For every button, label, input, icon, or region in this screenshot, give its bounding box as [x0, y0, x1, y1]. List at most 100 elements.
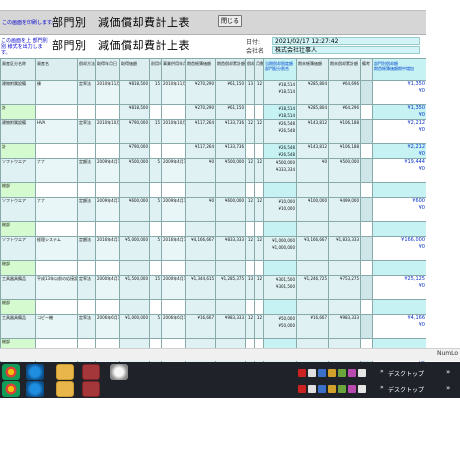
subtotal-dept-sub-value — [374, 307, 425, 314]
closing-acc-cell: ¥64,696 — [328, 80, 361, 105]
table-row[interactable]: 工具器具備品コピー機定率法2006年6月1日¥1,000,00052006年6月… — [0, 314, 426, 339]
months-cell: 12 — [254, 158, 264, 183]
dep-allocation-value: ¥26,548 — [278, 128, 295, 133]
table-cell — [149, 143, 162, 159]
cost-cell: ¥600,000 — [119, 197, 150, 222]
subtotal-closing-acc-cell — [328, 260, 361, 276]
column-header: 取得価額 — [119, 58, 150, 81]
subtotal-opening-book-cell — [185, 299, 216, 315]
table-cell — [35, 104, 78, 120]
column-header: 期首償却累計額 — [215, 58, 246, 81]
subtotal-row[interactable]: 計 ¥818,500 ¥270,290 ¥61,150 ¥18,514 ¥18,514 ¥2… — [0, 104, 426, 120]
closing-book-cell: ¥143,812 — [296, 119, 329, 144]
table-cell — [77, 143, 96, 159]
subtotal-dep-value — [265, 301, 295, 308]
table-cell — [95, 104, 120, 120]
explorer-icon-2[interactable] — [56, 381, 74, 397]
access-icon-2[interactable] — [82, 381, 100, 397]
table-cell — [35, 299, 78, 315]
desktop-toolbar-label[interactable]: デスクトップ — [388, 369, 424, 378]
ime-dict-icon-2[interactable] — [328, 385, 336, 393]
table-row[interactable]: ソフトウエアナナ定額法2009年4月1日¥600,00052009年4月1日¥0… — [0, 197, 426, 222]
ime-option-icon-2[interactable] — [358, 385, 366, 393]
explorer-icon[interactable] — [56, 364, 74, 380]
desktop-toolbar-label-2[interactable]: デスクトップ — [388, 385, 424, 394]
subtotal-opening-acc-cell — [215, 260, 246, 276]
cost-cell: ¥1,500,000 — [119, 275, 150, 300]
subtotal-dep-alloc-value — [265, 268, 295, 275]
table-cell — [35, 182, 78, 198]
subtotal-closing-acc-cell — [328, 221, 361, 237]
life-cell: 5 — [149, 158, 162, 183]
subtotal-row[interactable]: 総部 — [0, 260, 426, 276]
paint-icon[interactable] — [110, 364, 128, 380]
life-cell: 15 — [149, 275, 162, 300]
ime-mode-icon-2[interactable] — [308, 385, 316, 393]
ime-help-icon-2[interactable] — [348, 385, 356, 393]
ime-help-icon[interactable] — [348, 369, 356, 377]
opening-acc-cell: ¥500,000 — [215, 158, 246, 183]
tray-expand-icon[interactable]: » — [446, 368, 450, 376]
subtotal-row[interactable]: 計 ¥790,000 ¥117,264 ¥133,736 ¥26,548 ¥26,548 ¥… — [0, 143, 426, 159]
subtotal-row[interactable]: 総部 — [0, 182, 426, 198]
table-row[interactable]: 建物附属設備HVA定率法2010年10月1日¥790,000152010年10月… — [0, 119, 426, 144]
tray-separator-icon-2: » — [380, 384, 384, 391]
subtotal-dept-sub-value — [374, 190, 425, 197]
ime-mode-icon[interactable] — [308, 369, 316, 377]
chrome-icon-2[interactable] — [2, 381, 20, 397]
table-cell — [77, 260, 96, 276]
start-date-cell: 2009年4月1日 — [161, 158, 186, 183]
edge-icon[interactable] — [26, 364, 44, 380]
report-heading: 部門別 減価償却費計上表 — [52, 39, 190, 52]
ime-dict-icon[interactable] — [328, 369, 336, 377]
table-cell — [254, 260, 264, 276]
ime-tool-icon-2[interactable] — [338, 385, 346, 393]
rate-cell: 13 — [245, 80, 255, 105]
table-cell — [95, 260, 120, 276]
access-icon[interactable] — [82, 364, 100, 380]
life-cell: 5 — [149, 236, 162, 261]
table-cell — [254, 143, 264, 159]
dep-limit-cell: ¥500,000 ¥333,334 — [263, 158, 297, 183]
ime-icon-2[interactable] — [298, 385, 306, 393]
subtotal-label-cell: 総部 — [0, 260, 36, 276]
tray-expand-icon-2[interactable]: » — [446, 384, 450, 392]
ime-tool-icon[interactable] — [338, 369, 346, 377]
subtotal-opening-acc-cell — [215, 182, 246, 198]
cost-cell: ¥790,000 — [119, 119, 150, 144]
note-cell — [360, 314, 373, 339]
note-cell — [360, 119, 373, 144]
system-tray-1: » デスクトップ » — [296, 365, 460, 381]
table-cell — [245, 182, 255, 198]
numlock-indicator: NumLo — [436, 350, 458, 357]
closing-acc-cell: ¥1,833,333 — [328, 236, 361, 261]
subtotal-row[interactable]: 総部 — [0, 299, 426, 315]
close-button[interactable]: 閉じる — [218, 15, 242, 27]
ime-option-icon[interactable] — [358, 369, 366, 377]
rate-cell: 12 — [245, 236, 255, 261]
column-header: 取得年月日 — [95, 58, 120, 81]
subtotal-label-cell: 計 — [0, 143, 36, 159]
subtotal-dep-value — [265, 184, 295, 191]
table-row[interactable]: ソフトウエアナナ定額法2009年4月1日¥500,00052009年4月1日¥0… — [0, 158, 426, 183]
table-cell — [245, 260, 255, 276]
table-cell — [35, 260, 78, 276]
subtotal-row[interactable]: 総部 — [0, 221, 426, 237]
subtotal-dep-value — [265, 223, 295, 230]
subtotal-cost-cell — [119, 260, 150, 276]
table-cell — [161, 182, 186, 198]
ime-kana-icon[interactable] — [318, 369, 326, 377]
chrome-icon[interactable] — [2, 364, 20, 380]
rate-cell: 12 — [245, 158, 255, 183]
subtotal-opening-book-cell — [185, 182, 216, 198]
subtotal-closing-acc-cell — [328, 182, 361, 198]
subtotal-dept-value — [374, 223, 425, 230]
table-row[interactable]: 建物附属設備棟定率法2010年11月1日¥818,500152010年11月1日… — [0, 80, 426, 105]
ime-kana-icon-2[interactable] — [318, 385, 326, 393]
table-row[interactable]: 工具器具備品平成13年以前の応接設備定率法2000年4月1日¥1,500,000… — [0, 275, 426, 300]
table-row[interactable]: ソフトウエア経理システム定額法2016年4月1日¥5,000,00052016年… — [0, 236, 426, 261]
edge-icon-2[interactable] — [26, 381, 44, 397]
cost-cell: ¥500,000 — [119, 158, 150, 183]
ime-icon[interactable] — [298, 369, 306, 377]
asset-category-cell: 工具器具備品 — [0, 275, 36, 300]
